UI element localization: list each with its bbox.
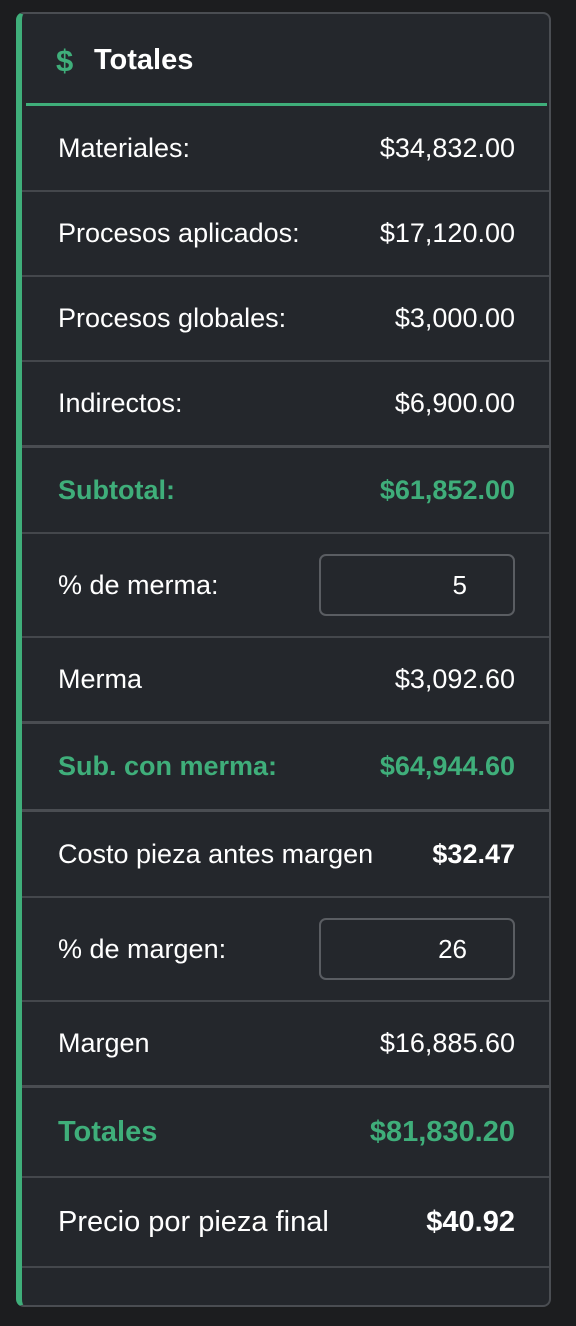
subtotal-label: Subtotal: <box>58 474 175 505</box>
indirectos-label: Indirectos: <box>58 388 183 418</box>
precio-final-value: $40.92 <box>426 1205 515 1238</box>
sub-con-merma-value: $64,944.60 <box>379 751 515 781</box>
procesos-globales-value: $3,000.00 <box>394 303 515 333</box>
pct-merma-input[interactable]: 5 <box>319 554 515 616</box>
row-pct-merma: % de merma: 5 <box>22 534 549 638</box>
costo-pieza-value: $32.47 <box>432 838 515 869</box>
procesos-aplicados-label: Procesos aplicados: <box>58 218 300 248</box>
row-procesos-globales: Procesos globales: $3,000.00 <box>22 277 549 362</box>
precio-final-label: Precio por pieza final <box>58 1205 329 1238</box>
subtotal-value: $61,852.00 <box>379 474 515 505</box>
row-merma: Merma $3,092.60 <box>22 638 549 724</box>
procesos-globales-label: Procesos globales: <box>58 303 287 333</box>
panel-title: Totales <box>94 43 194 76</box>
row-procesos-aplicados: Procesos aplicados: $17,120.00 <box>22 192 549 277</box>
row-totales: Totales $81,830.20 <box>22 1088 549 1178</box>
row-costo-pieza: Costo pieza antes margen $32.47 <box>22 812 549 898</box>
row-subtotal: Subtotal: $61,852.00 <box>22 448 549 534</box>
costo-pieza-label: Costo pieza antes margen <box>58 838 374 869</box>
row-margen: Margen $16,885.60 <box>22 1002 549 1088</box>
margen-value: $16,885.60 <box>379 1028 515 1058</box>
panel-header: $ Totales <box>22 14 549 106</box>
pct-margen-label: % de margen: <box>58 933 227 964</box>
totals-panel: $ Totales Materiales: $34,832.00 Proceso… <box>16 12 551 1307</box>
materiales-value: $34,832.00 <box>379 132 515 163</box>
procesos-aplicados-value: $17,120.00 <box>379 218 515 248</box>
totales-value: $81,830.20 <box>369 1115 515 1148</box>
merma-label: Merma <box>58 664 143 694</box>
row-precio-final: Precio por pieza final $40.92 <box>22 1178 549 1268</box>
totals-list: Materiales: $34,832.00 Procesos aplicado… <box>22 106 549 1268</box>
row-indirectos: Indirectos: $6,900.00 <box>22 362 549 448</box>
margen-label: Margen <box>58 1028 150 1058</box>
merma-value: $3,092.60 <box>394 664 515 694</box>
totales-label: Totales <box>58 1115 158 1148</box>
row-materiales: Materiales: $34,832.00 <box>22 106 549 192</box>
indirectos-value: $6,900.00 <box>394 388 515 418</box>
pct-merma-label: % de merma: <box>58 569 219 600</box>
row-sub-con-merma: Sub. con merma: $64,944.60 <box>22 724 549 812</box>
pct-margen-input[interactable]: 26 <box>319 918 515 980</box>
dollar-icon: $ <box>56 42 74 78</box>
sub-con-merma-label: Sub. con merma: <box>58 751 278 781</box>
materiales-label: Materiales: <box>58 132 191 163</box>
row-pct-margen: % de margen: 26 <box>22 898 549 1002</box>
